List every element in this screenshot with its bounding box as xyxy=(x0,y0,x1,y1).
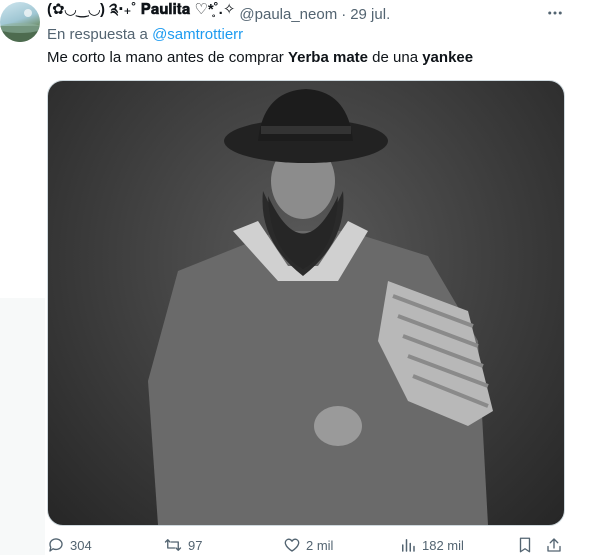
tweet-photo[interactable] xyxy=(47,80,565,526)
views-button[interactable]: 182 mil xyxy=(399,536,464,554)
views-count: 182 mil xyxy=(422,537,464,553)
tweet-actions: 304 97 2 mil 182 mil xyxy=(47,536,567,556)
reply-prefix: En respuesta a xyxy=(47,26,148,43)
bookmark-icon xyxy=(519,537,531,553)
tweet-text-part2: de una xyxy=(368,49,423,66)
tweet-date[interactable]: 29 jul. xyxy=(350,6,390,23)
tweet-text-part1: Me corto la mano antes de comprar xyxy=(47,49,288,66)
share-button[interactable] xyxy=(545,536,563,554)
like-button[interactable]: 2 mil xyxy=(283,536,333,554)
reply-icon xyxy=(49,538,63,552)
author-handle[interactable]: @paula_neom xyxy=(239,6,337,23)
left-column-background xyxy=(0,298,45,555)
retweet-button[interactable]: 97 xyxy=(163,536,202,554)
heart-icon xyxy=(284,538,300,552)
tweet-text-bold2: yankee xyxy=(422,49,474,66)
more-options-button[interactable] xyxy=(545,4,565,22)
tweet-text: Me corto la mano antes de comprar Yerba … xyxy=(47,49,473,66)
avatar[interactable] xyxy=(0,2,40,42)
reply-mention-link[interactable]: @samtrottierr xyxy=(152,26,243,43)
more-icon xyxy=(548,11,562,15)
share-icon xyxy=(547,538,561,552)
reply-button[interactable]: 304 xyxy=(47,536,92,554)
reply-context: En respuesta a @samtrottierr xyxy=(47,26,243,43)
retweet-count: 97 xyxy=(188,537,203,553)
bookmark-button[interactable] xyxy=(517,536,533,554)
separator-dot: · xyxy=(341,5,347,23)
retweet-icon xyxy=(164,539,182,551)
tweet-header: (✿◡‿◡) ༉‧₊˚ 𝐏𝐚𝐮𝐥𝐢𝐭𝐚 ♡*̥˚.✧ @paula_neom ·… xyxy=(47,1,390,24)
analytics-icon xyxy=(402,539,415,552)
tweet-text-bold1: Yerba mate xyxy=(287,49,368,66)
like-count: 2 mil xyxy=(306,537,334,553)
reply-count: 304 xyxy=(70,537,92,553)
